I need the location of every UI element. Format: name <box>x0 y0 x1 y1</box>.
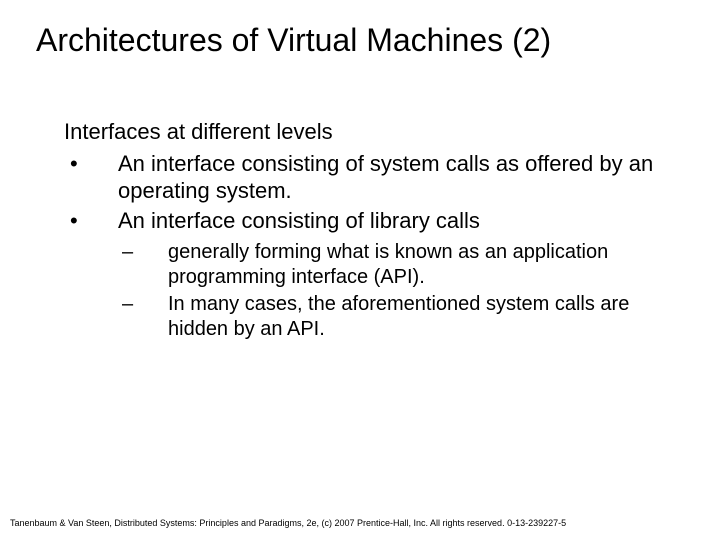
bullet-marker: • <box>64 207 118 235</box>
sub-bullet-list: – generally forming what is known as an … <box>64 240 680 342</box>
list-item: – generally forming what is known as an … <box>120 240 680 290</box>
sub-bullet-text: In many cases, the aforementioned system… <box>168 292 680 342</box>
bullet-text: An interface consisting of system calls … <box>118 150 680 205</box>
slide-body: Interfaces at different levels • An inte… <box>64 118 680 344</box>
slide-title: Architectures of Virtual Machines (2) <box>36 22 700 59</box>
intro-text: Interfaces at different levels <box>64 118 680 146</box>
slide: Architectures of Virtual Machines (2) In… <box>0 0 720 540</box>
list-item: • An interface consisting of library cal… <box>64 207 680 235</box>
bullet-text: An interface consisting of library calls <box>118 207 680 235</box>
dash-marker: – <box>120 292 168 342</box>
bullet-marker: • <box>64 150 118 205</box>
footer-text: Tanenbaum & Van Steen, Distributed Syste… <box>10 518 710 528</box>
list-item: – In many cases, the aforementioned syst… <box>120 292 680 342</box>
bullet-list: • An interface consisting of system call… <box>64 150 680 235</box>
sub-bullet-text: generally forming what is known as an ap… <box>168 240 680 290</box>
list-item: • An interface consisting of system call… <box>64 150 680 205</box>
dash-marker: – <box>120 240 168 290</box>
